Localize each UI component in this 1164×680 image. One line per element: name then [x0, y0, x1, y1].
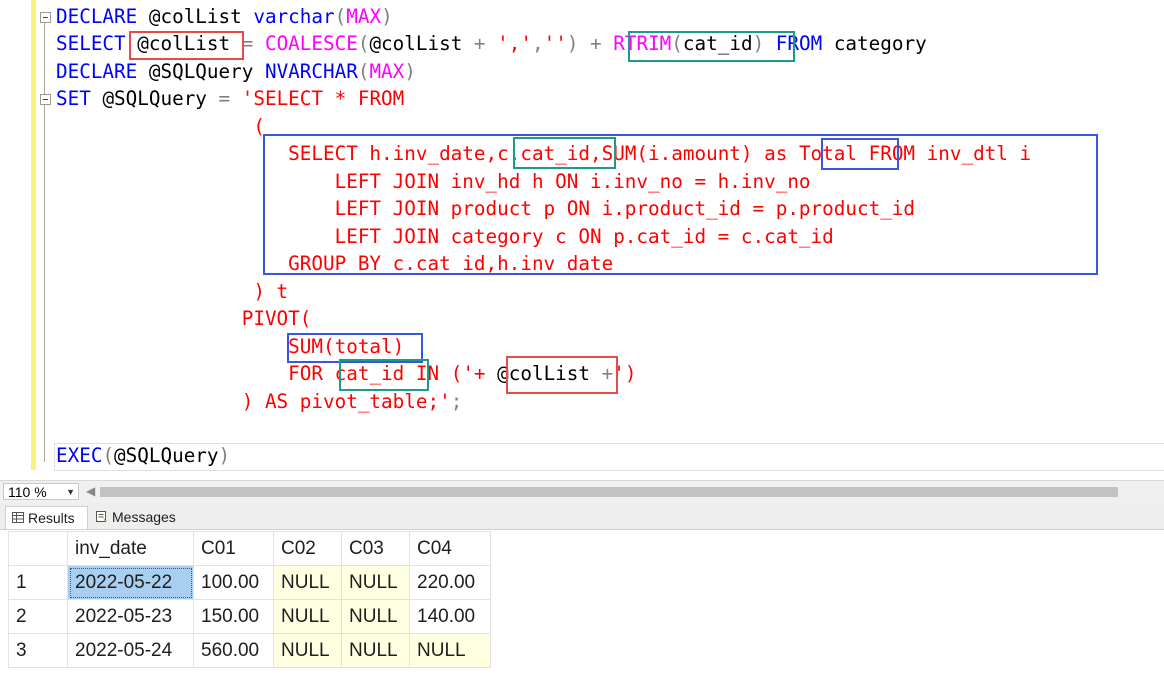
editor-margin	[0, 0, 27, 478]
code-token: ;	[450, 390, 463, 413]
cell-c03[interactable]: NULL	[341, 565, 410, 600]
code-token: ,	[531, 32, 544, 55]
code-token: ','	[497, 32, 532, 55]
code-line: SET @SQLQuery = 'SELECT * FROM	[56, 86, 404, 112]
cell-c04[interactable]: 220.00	[409, 565, 491, 600]
code-line: PIVOT(	[56, 306, 312, 332]
zoom-dropdown[interactable]: 110 % ▼	[3, 483, 79, 500]
highlight-total	[821, 138, 899, 170]
code-token: )	[381, 5, 393, 28]
cell-inv-date[interactable]: 2022-05-24	[67, 633, 194, 668]
collapse-icon[interactable]	[40, 12, 51, 23]
horizontal-scrollbar-thumb[interactable]	[100, 487, 1118, 497]
code-token: varchar	[253, 5, 335, 28]
results-grid[interactable]: inv_date C01 C02 C03 C04 1 2022-05-22 10…	[8, 531, 491, 668]
code-token: (	[56, 115, 265, 138]
code-line: DECLARE @SQLQuery NVARCHAR(MAX)	[56, 59, 416, 85]
cell-c02[interactable]: NULL	[273, 565, 342, 600]
code-token: (	[334, 5, 347, 28]
code-token: MAX	[369, 60, 405, 83]
change-tracking-bar	[31, 0, 36, 470]
code-token: ) +	[566, 32, 614, 55]
code-token: @SQLQuery	[148, 60, 265, 83]
code-token: MAX	[346, 5, 382, 28]
code-token: DECLARE	[56, 60, 149, 83]
code-token: COALESCE	[264, 32, 358, 55]
code-token: +	[462, 32, 498, 55]
grid-header-c01[interactable]: C01	[193, 531, 274, 566]
code-token: '+	[462, 362, 498, 385]
row-number[interactable]: 2	[8, 599, 68, 634]
code-token: (	[357, 32, 370, 55]
grid-header-c03[interactable]: C03	[341, 531, 410, 566]
collapse-icon[interactable]	[40, 94, 51, 105]
code-token: FOR	[56, 362, 335, 385]
code-token: @SQLQuery	[102, 87, 207, 110]
code-token: SET	[56, 87, 103, 110]
grid-header-rownum[interactable]	[8, 531, 68, 566]
grid-header-c02[interactable]: C02	[273, 531, 342, 566]
tab-results[interactable]: Results	[5, 506, 88, 529]
tab-messages-label: Messages	[112, 509, 176, 525]
tab-messages[interactable]: Messages	[90, 506, 182, 529]
results-tab-strip: Results Messages	[0, 503, 1164, 530]
code-token: )	[404, 60, 416, 83]
grid-icon	[12, 512, 24, 523]
cell-c04[interactable]: NULL	[409, 633, 491, 668]
grid-header-c04[interactable]: C04	[409, 531, 491, 566]
cell-c03[interactable]: NULL	[341, 633, 410, 668]
tab-results-label: Results	[28, 510, 75, 526]
code-line: ) t	[56, 279, 288, 305]
code-token: ) t	[56, 280, 289, 303]
code-token: =	[206, 87, 242, 110]
code-token: NVARCHAR	[264, 60, 358, 83]
cell-inv-date[interactable]: 2022-05-23	[67, 599, 194, 634]
cell-c02[interactable]: NULL	[273, 633, 342, 668]
code-line: (	[56, 114, 265, 140]
row-number[interactable]: 1	[8, 565, 68, 600]
table-row[interactable]: 3 2022-05-24 560.00 NULL NULL NULL	[8, 633, 491, 668]
code-line: DECLARE @colList varchar(MAX)	[56, 4, 393, 30]
current-line-highlight	[54, 443, 1164, 471]
highlight-c-catid	[513, 137, 616, 169]
code-token: category	[833, 32, 927, 55]
code-token: ) AS pivot_table;'	[56, 390, 451, 413]
cell-c01[interactable]: 560.00	[193, 633, 274, 668]
highlight-rtrim-catid	[628, 31, 795, 62]
outline-fold-line	[44, 18, 45, 462]
highlight-collist-1	[129, 31, 244, 60]
messages-icon	[96, 511, 107, 522]
cell-inv-date[interactable]: 2022-05-22	[67, 565, 194, 600]
grid-header-row: inv_date C01 C02 C03 C04	[8, 531, 491, 566]
highlight-inner-query	[263, 134, 1098, 275]
scroll-left-icon[interactable]: ◀	[86, 484, 95, 498]
cell-c03[interactable]: NULL	[341, 599, 410, 634]
grid-header-inv-date[interactable]: inv_date	[67, 531, 194, 566]
zoom-value: 110 %	[8, 484, 47, 500]
row-number[interactable]: 3	[8, 633, 68, 668]
cell-c01[interactable]: 150.00	[193, 599, 274, 634]
cell-c04[interactable]: 140.00	[409, 599, 491, 634]
code-token: SELECT	[56, 32, 138, 55]
code-token: ''	[543, 32, 567, 55]
cell-c02[interactable]: NULL	[273, 599, 342, 634]
table-row[interactable]: 2 2022-05-23 150.00 NULL NULL 140.00	[8, 599, 491, 634]
code-token: (	[357, 60, 370, 83]
code-token: 'SELECT * FROM	[241, 87, 405, 110]
code-token: DECLARE	[56, 5, 149, 28]
code-token: PIVOT(	[56, 307, 312, 330]
sql-editor[interactable]: DECLARE @colList varchar(MAX) SELECT @col…	[0, 0, 1164, 478]
code-token: @colList	[369, 32, 463, 55]
highlight-collist-2	[506, 356, 618, 394]
cell-c01[interactable]: 100.00	[193, 565, 274, 600]
highlight-for-catid	[339, 359, 429, 391]
editor-status-row: 110 % ▼ ◀	[0, 480, 1164, 503]
code-token: @colList	[148, 5, 254, 28]
chevron-down-icon[interactable]: ▼	[66, 484, 75, 501]
code-line: ) AS pivot_table;';	[56, 389, 463, 415]
table-row[interactable]: 1 2022-05-22 100.00 NULL NULL 220.00	[8, 565, 491, 600]
